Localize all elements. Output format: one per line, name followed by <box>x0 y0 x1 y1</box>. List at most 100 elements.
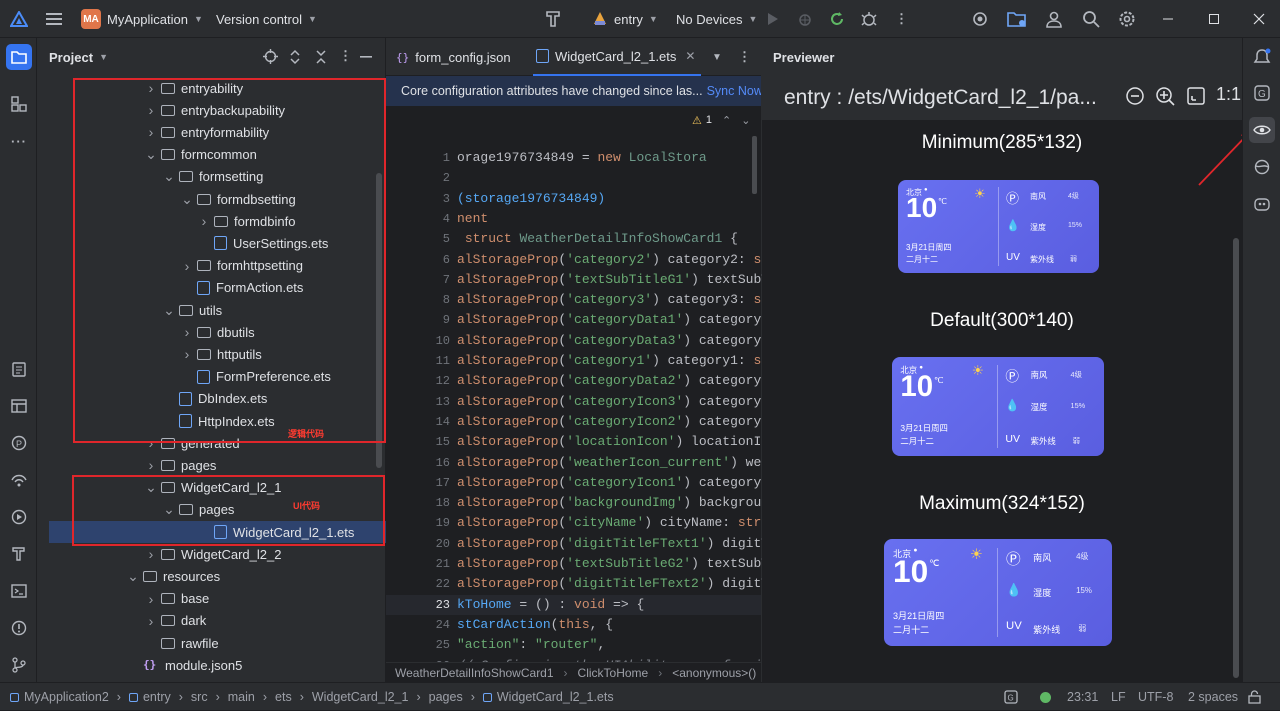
code-line[interactable]: alStorageProp('categoryData2') categoryD… <box>457 373 762 393</box>
close-button[interactable] <box>1253 0 1265 38</box>
account-icon[interactable] <box>1045 0 1063 38</box>
previewer-page-path[interactable]: entry : /ets/WidgetCard_l2_1/pa... <box>784 86 1097 110</box>
code-line[interactable]: (storage1976734849) <box>457 191 762 211</box>
code-line[interactable]: alStorageProp('locationIcon') locationIc… <box>457 434 762 454</box>
app-logo-icon[interactable] <box>10 0 28 38</box>
code-line[interactable]: alStorageProp('textSubTitleG2') textSubT… <box>457 556 762 576</box>
collapse-all-icon[interactable] <box>315 49 327 65</box>
status-ok-indicator[interactable] <box>1040 683 1051 711</box>
project-panel-title[interactable]: Project <box>49 50 93 65</box>
code-line[interactable]: alStorageProp('category2') category2: st… <box>457 252 762 272</box>
sync-now-link[interactable]: Sync Now <box>707 84 761 98</box>
breadcrumb-item[interactable]: ClickToHome <box>578 666 649 680</box>
breadcrumb-item[interactable]: <anonymous>() <box>672 666 756 680</box>
locate-icon[interactable] <box>263 49 278 64</box>
code-line[interactable]: alStorageProp('category3') category3: st… <box>457 292 762 312</box>
gradle-status-icon[interactable]: G <box>1004 683 1018 711</box>
copilot-icon[interactable] <box>1249 191 1275 217</box>
layout-tool-icon[interactable] <box>6 393 32 419</box>
search-icon[interactable] <box>1082 0 1100 38</box>
tab-form-config[interactable]: {} form_config.json <box>396 38 511 76</box>
tab-widgetcard[interactable]: WidgetCard_l2_1.ets ✕ <box>533 38 702 76</box>
code-line[interactable]: nent <box>457 211 762 231</box>
code-line[interactable]: alStorageProp('categoryData3') categoryD… <box>457 333 762 353</box>
chevron-down-icon[interactable]: ⌄ <box>741 114 750 127</box>
todo-tool-icon[interactable] <box>6 356 32 382</box>
code-line[interactable]: alStorageProp('backgroundImg') backgroun… <box>457 495 762 515</box>
code-line[interactable]: alStorageProp('categoryIcon2') categoryI… <box>457 414 762 434</box>
build-hammer-icon[interactable] <box>544 0 564 38</box>
tree-file[interactable]: {} module.json5 <box>37 654 375 676</box>
zoom-original-button[interactable]: 1:1 <box>1216 84 1241 108</box>
path-segment[interactable]: WidgetCard_l2_1 <box>312 690 409 704</box>
profiler-tool-icon[interactable]: P <box>6 430 32 456</box>
code-line[interactable]: "action": "router", <box>457 637 762 657</box>
inspection-widget[interactable]: ⚠ 1 ⌃ ⌄ <box>692 111 750 129</box>
code-line[interactable]: alStorageProp('weatherIcon_current') wea… <box>457 455 762 475</box>
run-tool-icon[interactable] <box>6 504 32 530</box>
path-segment[interactable]: pages <box>429 690 463 704</box>
tree-folder[interactable]: › WidgetCard_l2_2 <box>37 543 375 565</box>
previewer-eye-icon[interactable] <box>1249 117 1275 143</box>
line-separator[interactable]: LF <box>1111 683 1126 711</box>
indent-setting[interactable]: 2 spaces <box>1188 683 1238 711</box>
build-tool-icon[interactable] <box>6 541 32 567</box>
breadcrumb-item[interactable]: WeatherDetailInfoShowCard1 <box>395 666 554 680</box>
zoom-out-icon[interactable] <box>1125 86 1145 110</box>
zoom-in-icon[interactable] <box>1155 86 1175 110</box>
fit-screen-icon[interactable] <box>1186 86 1206 110</box>
structure-tool-icon[interactable] <box>6 91 32 117</box>
editor-scrollbar[interactable] <box>752 136 757 194</box>
chevron-up-icon[interactable]: ⌃ <box>722 114 731 127</box>
code-line[interactable]: alStorageProp('categoryData1') categoryD… <box>457 312 762 332</box>
tree-folder[interactable]: › dark <box>37 610 375 632</box>
code-line[interactable]: kToHome = () : void => { <box>457 597 762 617</box>
code-line[interactable]: alStorageProp('cityName') cityName: stri… <box>457 515 762 535</box>
code-line[interactable]: orage1976734849 = new LocalStora <box>457 150 762 170</box>
settings-gear-icon[interactable] <box>1118 0 1136 38</box>
minimize-button[interactable] <box>1162 0 1174 38</box>
device-selector[interactable]: No Devices ▼ <box>676 0 757 38</box>
read-only-lock-icon[interactable] <box>1248 683 1261 711</box>
previewer-scrollbar[interactable] <box>1233 238 1239 678</box>
chevron-right-icon[interactable]: › <box>144 546 158 562</box>
chevron-right-icon[interactable]: › <box>144 457 158 473</box>
chevron-right-icon[interactable]: › <box>144 613 158 629</box>
folder-sync-icon[interactable] <box>1007 0 1027 38</box>
profiler-icon[interactable] <box>860 0 878 38</box>
project-tool-icon[interactable] <box>6 44 32 70</box>
vcs-selector[interactable]: Version control ▼ <box>216 0 317 38</box>
project-selector[interactable]: MA MyApplication ▼ <box>81 0 203 38</box>
services-tool-icon[interactable] <box>6 467 32 493</box>
tree-folder[interactable]: rawfile <box>37 632 375 654</box>
notifications-icon[interactable] <box>1249 44 1275 70</box>
weather-widget-card[interactable]: 北京 ● 10 ℃ ☀ 3月21日周四 二月十二 Ⓟ 南风 4级 💧 湿度 15% UV 紫外线弱 <box>898 180 1099 273</box>
expand-collapse-icon[interactable] <box>289 49 301 65</box>
code-line[interactable]: alStorageProp('digitTitleFText1') digitT… <box>457 536 762 556</box>
code-line[interactable]: alStorageProp('digitTitleFText2') digitT… <box>457 576 762 596</box>
code-line[interactable]: struct WeatherDetailInfoShowCard1 { <box>457 231 762 251</box>
maximize-button[interactable] <box>1208 0 1220 38</box>
run-config-selector[interactable]: entry ▼ <box>592 0 658 38</box>
more-tools-icon[interactable]: ··· <box>6 128 32 154</box>
chevron-down-icon[interactable]: ⌄ <box>126 568 140 585</box>
more-icon[interactable]: ⋮ <box>895 0 908 38</box>
codelinter-icon[interactable] <box>1249 154 1275 180</box>
code-line[interactable]: stCardAction(this, { <box>457 617 762 637</box>
device-manager-icon[interactable] <box>971 0 989 38</box>
gradle-icon[interactable]: G <box>1249 80 1275 106</box>
hide-panel-icon[interactable] <box>360 56 372 58</box>
terminal-tool-icon[interactable] <box>6 578 32 604</box>
tree-folder[interactable]: › base <box>37 588 375 610</box>
code-line[interactable]: alStorageProp('categoryIcon3') categoryI… <box>457 394 762 414</box>
path-segment[interactable]: MyApplication2 <box>24 690 109 704</box>
caret-position[interactable]: 23:31 <box>1067 683 1098 711</box>
close-tab-icon[interactable]: ✕ <box>685 49 695 63</box>
tab-options-icon[interactable]: ⋮ <box>738 38 751 76</box>
code-line[interactable]: alStorageProp('categoryIcon1') categoryI… <box>457 475 762 495</box>
main-menu-icon[interactable] <box>46 0 62 38</box>
path-segment[interactable]: entry <box>143 690 171 704</box>
file-encoding[interactable]: UTF-8 <box>1138 683 1173 711</box>
chevron-right-icon[interactable]: › <box>144 591 158 607</box>
tab-list-chevron-icon[interactable]: ▼ <box>712 38 722 76</box>
